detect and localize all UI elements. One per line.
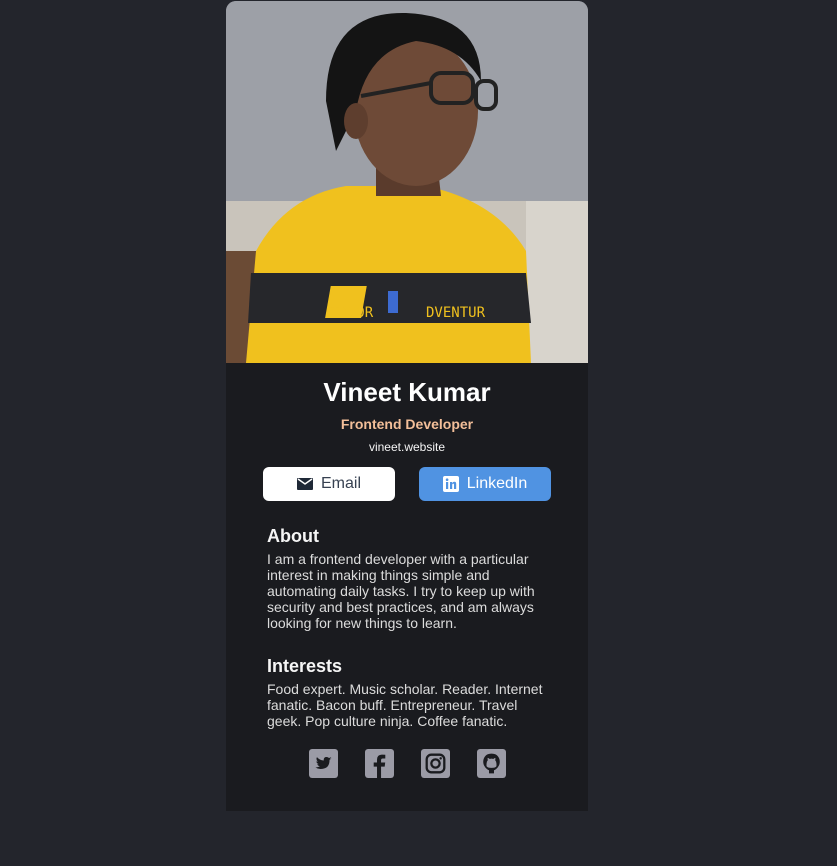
profile-photo: TDOOR DVENTUR <box>226 1 588 363</box>
profile-website[interactable]: vineet.website <box>226 439 588 455</box>
github-icon[interactable] <box>476 749 506 778</box>
profile-name: Vineet Kumar <box>323 377 491 407</box>
contact-buttons: Email LinkedIn <box>226 467 588 501</box>
twitter-icon[interactable] <box>308 749 338 778</box>
linkedin-button[interactable]: LinkedIn <box>419 467 551 501</box>
interests-section: Interests Food expert. Music scholar. Re… <box>226 655 588 729</box>
about-text: I am a frontend developer with a particu… <box>267 551 535 631</box>
interests-text: Food expert. Music scholar. Reader. Inte… <box>267 681 543 729</box>
about-heading: About <box>267 526 319 546</box>
email-button[interactable]: Email <box>263 467 395 501</box>
instagram-icon[interactable] <box>420 749 450 778</box>
interests-heading: Interests <box>267 656 343 676</box>
email-button-label: Email <box>320 475 361 492</box>
profile-role: Frontend Developer <box>340 416 474 432</box>
social-links <box>226 749 588 778</box>
about-section: About I am a frontend developer with a p… <box>226 525 588 631</box>
profile-photo-illustration: TDOOR DVENTUR <box>226 1 588 363</box>
linkedin-button-label: LinkedIn <box>466 475 528 492</box>
svg-text:TDOOR: TDOOR <box>331 305 374 321</box>
profile-card: TDOOR DVENTUR Vineet Kumar Frontend Deve… <box>226 1 588 811</box>
facebook-icon[interactable] <box>364 749 394 778</box>
linkedin-icon <box>442 476 459 492</box>
svg-text:DVENTUR: DVENTUR <box>426 305 486 321</box>
envelope-icon <box>296 478 313 490</box>
